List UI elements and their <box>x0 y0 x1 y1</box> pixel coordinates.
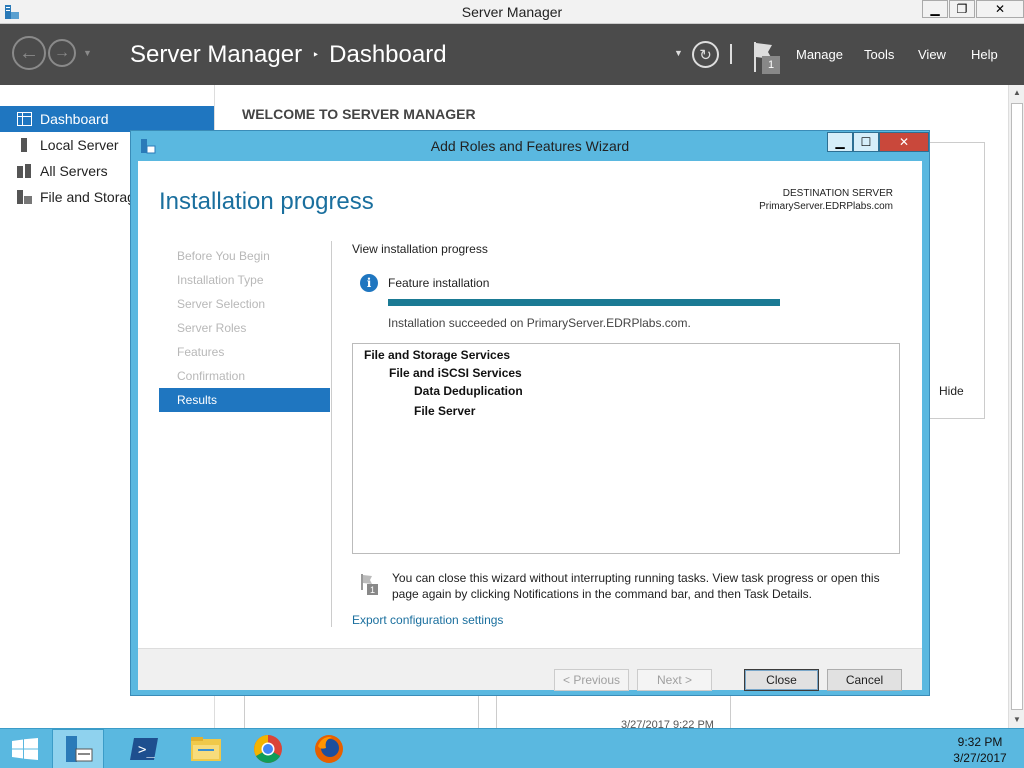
powershell-icon: >_ <box>130 738 158 760</box>
clock-date: 3/27/2017 <box>953 751 1007 765</box>
step-before-you-begin: Before You Begin <box>177 249 270 263</box>
chrome-icon <box>254 735 282 763</box>
file-storage-icon <box>17 190 32 204</box>
results-list: File and Storage Services File and iSCSI… <box>352 343 900 554</box>
installation-status: Installation succeeded on PrimaryServer.… <box>388 316 691 330</box>
installation-progress-bar <box>388 299 780 306</box>
menu-tools[interactable]: Tools <box>864 47 894 62</box>
dashboard-icon <box>17 112 32 126</box>
taskbar-file-explorer[interactable] <box>180 729 232 768</box>
breadcrumb: Server Manager ‣ Dashboard <box>130 41 447 69</box>
taskbar-server-manager[interactable] <box>52 729 104 768</box>
progress-section-title: View installation progress <box>352 242 488 256</box>
windows-start-icon[interactable] <box>12 738 38 760</box>
sidebar-item-label: File and Storag <box>40 189 135 205</box>
step-features: Features <box>177 345 225 359</box>
tile-left <box>244 693 479 733</box>
wizard-title: Add Roles and Features Wizard <box>430 138 630 154</box>
forward-button[interactable]: → <box>48 39 76 67</box>
add-roles-wizard-dialog: Add Roles and Features Wizard ▁ ☐ ✕ Inst… <box>130 130 930 696</box>
hide-link[interactable]: Hide <box>939 384 964 398</box>
sidebar-item-label: Local Server <box>40 137 119 153</box>
restore-button[interactable]: ❐ <box>949 0 975 18</box>
breadcrumb-separator: ‣ <box>312 48 320 62</box>
wizard-steps: Before You Begin Installation Type Serve… <box>159 244 330 412</box>
step-confirmation: Confirmation <box>177 369 246 383</box>
taskbar-powershell[interactable]: >_ <box>118 729 170 768</box>
sidebar-item-label: Dashboard <box>40 111 109 127</box>
taskbar-chrome[interactable] <box>242 729 294 768</box>
menu-view[interactable]: View <box>918 47 946 62</box>
window-titlebar: Server Manager ▁ ❐ ✕ <box>0 0 1024 24</box>
svg-text:>_: >_ <box>138 742 155 758</box>
steps-divider <box>331 241 332 627</box>
main-scrollbar[interactable]: ▲ ▼ <box>1008 85 1024 728</box>
destination-server-name: PrimaryServer.EDRPlabs.com <box>759 201 893 212</box>
scroll-down-icon[interactable]: ▼ <box>1009 712 1024 728</box>
result-item: File and iSCSI Services <box>389 366 522 380</box>
cancel-button[interactable]: Cancel <box>827 669 902 691</box>
breadcrumb-root: Server Manager <box>130 41 303 68</box>
wizard-close-x-button[interactable]: ✕ <box>879 132 929 152</box>
server-manager-icon <box>66 736 93 762</box>
result-item: Data Deduplication <box>414 384 523 398</box>
note-line-1: You can close this wizard without interr… <box>392 571 880 585</box>
menu-help[interactable]: Help <box>971 47 998 62</box>
minimize-button[interactable]: ▁ <box>922 0 948 18</box>
scroll-thumb[interactable] <box>1011 103 1023 710</box>
wizard-body: Installation progress DESTINATION SERVER… <box>138 161 922 691</box>
close-window-button[interactable]: ✕ <box>976 0 1024 18</box>
notification-count-badge: 1 <box>762 56 780 74</box>
breadcrumb-page: Dashboard <box>329 41 447 68</box>
svg-text:1: 1 <box>370 585 375 595</box>
wizard-footer: < Previous Next > Close Cancel <box>138 648 922 691</box>
command-bar: ← → ▼ Server Manager ‣ Dashboard ▼ ↻ 1 M… <box>0 24 1024 85</box>
clock-time: 9:32 PM <box>957 735 1003 749</box>
history-dropdown-icon[interactable]: ▼ <box>83 48 92 58</box>
notification-flag-icon: 1 <box>361 574 378 595</box>
export-configuration-link[interactable]: Export configuration settings <box>352 613 503 627</box>
menu-manage[interactable]: Manage <box>796 47 843 62</box>
dropdown-icon[interactable]: ▼ <box>674 48 683 58</box>
welcome-heading: WELCOME TO SERVER MANAGER <box>242 106 476 122</box>
result-item: File and Storage Services <box>364 348 511 362</box>
step-installation-type: Installation Type <box>177 273 264 287</box>
wizard-titlebar: Add Roles and Features Wizard ▁ ☐ ✕ <box>131 131 929 161</box>
next-button[interactable]: Next > <box>637 669 712 691</box>
wizard-minimize-button[interactable]: ▁ <box>827 132 853 152</box>
wizard-maximize-button[interactable]: ☐ <box>853 132 879 152</box>
step-server-selection: Server Selection <box>177 297 266 311</box>
refresh-icon[interactable]: ↻ <box>692 41 719 68</box>
server-icon <box>21 138 27 152</box>
scroll-up-icon[interactable]: ▲ <box>1009 85 1024 101</box>
step-server-roles: Server Roles <box>177 321 247 335</box>
info-icon: i <box>360 274 378 292</box>
close-wizard-note: You can close this wizard without interr… <box>392 570 892 602</box>
note-line-2: page again by clicking Notifications in … <box>392 587 813 601</box>
feature-installation-label: Feature installation <box>388 276 490 290</box>
window-title: Server Manager <box>461 4 563 20</box>
servers-icon <box>17 164 31 178</box>
wizard-heading: Installation progress <box>159 188 374 215</box>
taskbar-clock[interactable]: 9:32 PM 3/27/2017 <box>950 734 1010 766</box>
step-results[interactable]: Results <box>159 388 330 412</box>
close-button[interactable]: Close <box>744 669 819 691</box>
progress-fill <box>388 299 780 306</box>
back-button[interactable]: ← <box>12 36 46 70</box>
previous-button[interactable]: < Previous <box>554 669 629 691</box>
destination-server: DESTINATION SERVER PrimaryServer.EDRPlab… <box>759 187 893 213</box>
result-item: File Server <box>414 404 476 418</box>
file-explorer-icon <box>191 737 221 761</box>
firefox-icon <box>315 735 343 763</box>
sidebar-item-label: All Servers <box>40 163 108 179</box>
sidebar-item-dashboard[interactable]: Dashboard <box>0 106 214 132</box>
taskbar-firefox[interactable] <box>303 729 355 768</box>
destination-label: DESTINATION SERVER <box>782 188 893 199</box>
taskbar: >_ x 9:32 PM 3/27/2017 <box>0 728 1024 768</box>
welcome-panel <box>930 142 985 419</box>
header-divider <box>730 44 732 64</box>
